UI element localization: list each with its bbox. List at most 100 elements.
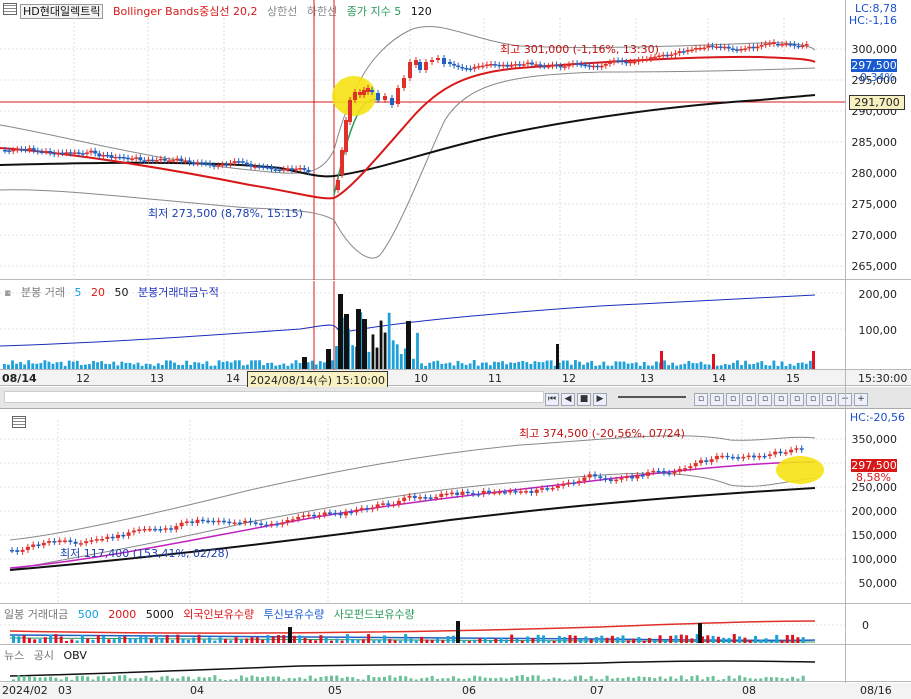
volume-bar	[536, 634, 540, 643]
candle	[121, 156, 126, 159]
volume-bar	[436, 638, 439, 643]
obv-bar	[648, 677, 651, 681]
tool-c-icon[interactable]: ▫	[726, 393, 740, 406]
tool-e-icon[interactable]: ▫	[758, 393, 772, 406]
volume-bar	[80, 634, 84, 643]
tool-i-icon[interactable]: ▫	[822, 393, 836, 406]
candle	[566, 482, 571, 484]
scroll-bar[interactable]: ⏮◀■▶ ▫▫▫▫▫▫▫▫▫−+	[0, 387, 911, 409]
price-tick: 285,000	[851, 136, 898, 149]
candle	[187, 160, 192, 163]
volume-bar	[237, 360, 241, 369]
volume-bar	[549, 360, 553, 369]
obv-bar	[775, 677, 779, 681]
scroll-thumb[interactable]	[4, 391, 544, 403]
volume-bar	[102, 636, 106, 643]
volume-bar	[561, 360, 565, 369]
candle	[52, 541, 57, 543]
obv-bar	[128, 678, 132, 681]
plus-icon[interactable]: +	[854, 393, 868, 406]
scroll-prev-icon[interactable]: ◀	[561, 393, 575, 406]
candle	[206, 520, 211, 523]
candle	[237, 522, 242, 525]
obv-bar	[351, 677, 355, 681]
volume-bar	[274, 365, 278, 369]
obv-bar	[595, 679, 598, 681]
stop-icon[interactable]: ■	[577, 393, 591, 406]
candle	[493, 64, 498, 66]
candle	[587, 474, 592, 478]
candle	[640, 59, 645, 61]
candle	[752, 455, 756, 458]
candle	[349, 511, 354, 514]
volume-bar	[246, 364, 249, 369]
obv-bar	[738, 675, 742, 681]
candle	[464, 68, 469, 70]
obv-bar	[197, 676, 201, 681]
obv-bar	[49, 676, 53, 681]
scroll-next-icon[interactable]: ▶	[593, 393, 607, 406]
tool-f-icon[interactable]: ▫	[774, 393, 788, 406]
obv-bar	[796, 678, 800, 681]
candle	[646, 472, 650, 476]
volume-bar	[290, 363, 294, 369]
candle	[593, 474, 597, 477]
candle	[747, 46, 752, 49]
candle	[439, 493, 444, 497]
volume-bar	[59, 636, 63, 643]
vol-tick-100: 100,00	[858, 324, 898, 337]
candle	[776, 44, 780, 46]
bottom-hc: HC:-20,56	[849, 411, 905, 424]
obv-bar	[91, 679, 95, 681]
candle	[476, 494, 481, 496]
candle	[370, 90, 374, 92]
volume-bar	[356, 640, 360, 643]
obv-bar	[531, 675, 535, 681]
tool-g-icon[interactable]: ▫	[790, 393, 804, 406]
volume-bar	[128, 637, 132, 643]
time-label: 13	[640, 372, 654, 385]
volume-bar	[494, 638, 498, 643]
candle	[322, 512, 327, 516]
volume-bar	[306, 362, 310, 369]
volume-bar	[476, 365, 480, 369]
volume-bar	[208, 637, 212, 643]
volume-bar	[171, 640, 174, 643]
volume-bar	[303, 637, 307, 643]
obv-bar	[393, 677, 397, 681]
tool-b-icon[interactable]: ▫	[710, 393, 724, 406]
candle	[545, 488, 550, 490]
volume-bar	[667, 365, 670, 369]
candle	[428, 497, 433, 499]
obv-bar	[605, 675, 609, 681]
volume-bar	[722, 637, 726, 643]
volume-bar	[335, 638, 339, 643]
obv-bar	[669, 676, 673, 681]
volume-bar	[250, 637, 254, 643]
scroll-first-icon[interactable]: ⏮	[545, 393, 559, 406]
candle	[677, 468, 682, 472]
candle	[497, 64, 502, 67]
candle	[80, 153, 85, 155]
volume-bar	[107, 639, 111, 643]
candle	[113, 156, 118, 159]
tool-d-icon[interactable]: ▫	[742, 393, 756, 406]
volume-bar	[517, 361, 521, 369]
obv-bar	[759, 678, 763, 681]
volume-bar	[330, 640, 333, 643]
zoom-slider[interactable]	[618, 396, 686, 398]
tool-a-icon[interactable]: ▫	[694, 393, 708, 406]
volume-bar	[96, 635, 100, 643]
tool-h-icon[interactable]: ▫	[806, 393, 820, 406]
volume-bar	[788, 363, 792, 369]
volume-bar	[695, 363, 699, 369]
candle	[35, 150, 40, 153]
volume-bar	[509, 362, 513, 369]
candle	[162, 158, 167, 161]
candle	[607, 62, 612, 64]
obv-bar	[335, 675, 339, 681]
candle	[780, 44, 785, 46]
obv-bar	[298, 677, 302, 681]
date-label: 05	[328, 684, 342, 697]
volume-bar	[499, 637, 503, 643]
